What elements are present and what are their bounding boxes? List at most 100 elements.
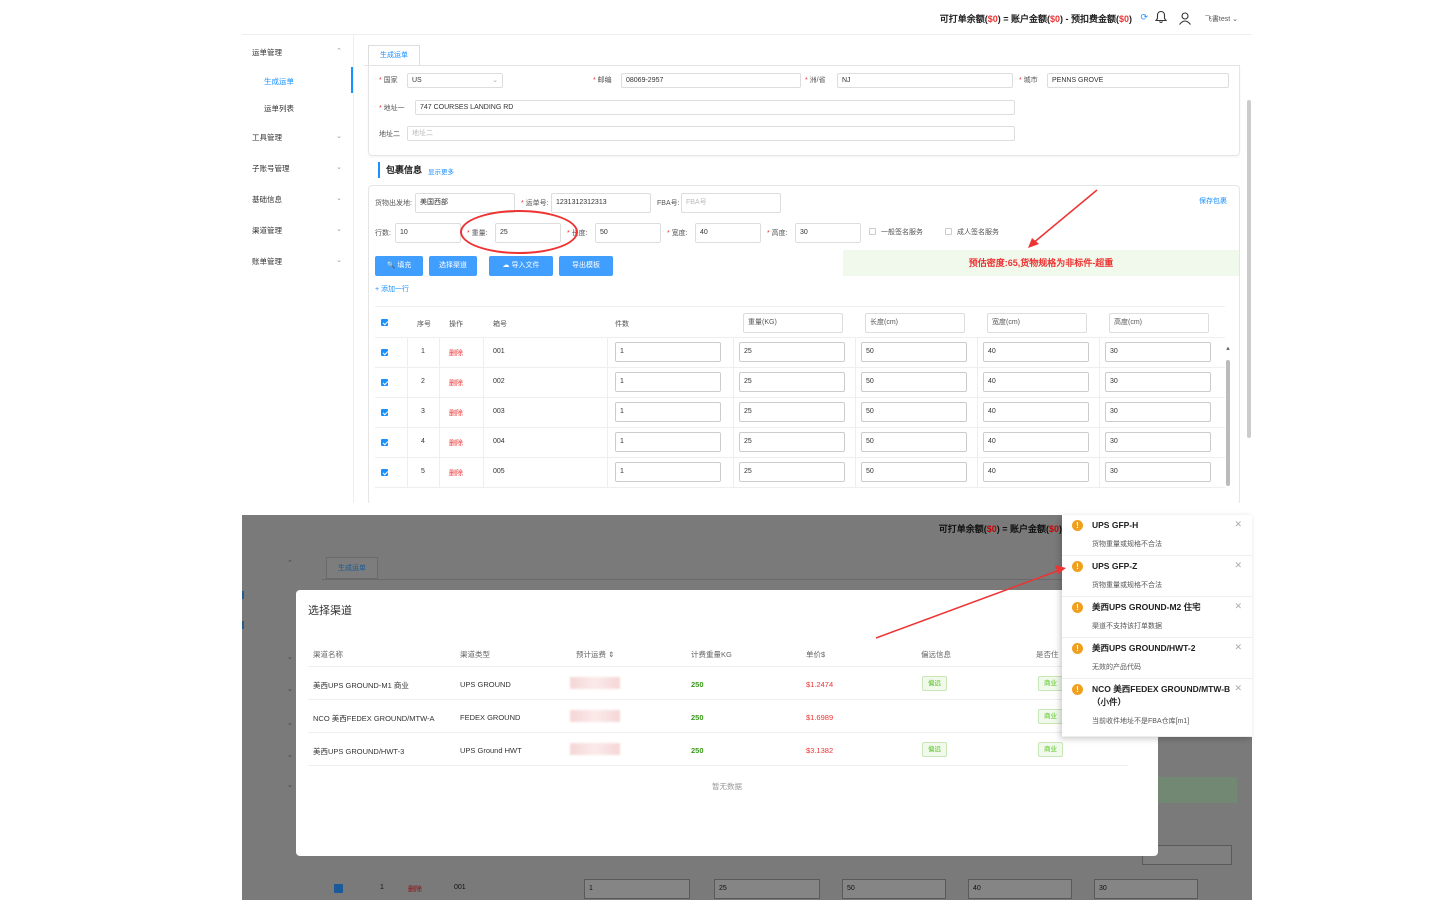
row-length-input[interactable]: 50 — [861, 402, 967, 422]
close-icon[interactable]: ✕ — [1234, 601, 1242, 612]
sidebar-item-waybill[interactable]: 运单管理 ⌃ — [252, 47, 348, 61]
row-height-input[interactable]: 30 — [1105, 462, 1211, 482]
row-checkbox[interactable] — [381, 469, 388, 476]
import-file-button[interactable]: ☁ 导入文件 — [489, 256, 553, 276]
bell-icon[interactable] — [1154, 10, 1168, 24]
origin-select[interactable]: 美国西部 — [415, 193, 515, 213]
row-length-input[interactable]: 50 — [861, 342, 967, 362]
tab-create-waybill[interactable]: 生成运单 — [368, 45, 420, 65]
tracking-input[interactable]: 1231312312313 — [551, 193, 651, 213]
chevron-down-icon: ⌄ — [287, 752, 293, 759]
col-length[interactable]: 长度(cm) — [865, 313, 965, 333]
row-width-input[interactable]: 40 — [983, 402, 1089, 422]
row-count-input[interactable]: 1 — [615, 462, 721, 482]
adult-signature-checkbox[interactable] — [945, 228, 952, 235]
row-height-input[interactable]: 30 — [1105, 432, 1211, 452]
select-channel-button[interactable]: 选择渠道 — [429, 256, 477, 276]
sidebar-item-subaccounts[interactable]: 子账号管理 ⌄ — [252, 163, 348, 177]
delete-row-link[interactable]: 删除 — [449, 408, 463, 418]
delete-row-link[interactable]: 删除 — [449, 348, 463, 358]
col-width[interactable]: 宽度(cm) — [987, 313, 1087, 333]
row-weight-input[interactable]: 25 — [739, 462, 845, 482]
address1-input[interactable]: 747 COURSES LANDING RD — [415, 100, 1015, 115]
row-count-input[interactable]: 1 — [615, 342, 721, 362]
export-template-button[interactable]: 导出模板 — [559, 256, 613, 276]
chevron-down-icon: ⌄ — [336, 133, 342, 140]
delete-row-link[interactable]: 删除 — [449, 438, 463, 448]
col-height[interactable]: 高度(cm) — [1109, 313, 1209, 333]
remote-tag: 偏远 — [922, 742, 947, 757]
row-checkbox[interactable] — [381, 439, 388, 446]
sidebar-item-channels[interactable]: 渠道管理 ⌄ — [252, 225, 348, 239]
fba-input[interactable]: FBA号 — [681, 193, 781, 213]
save-package-link[interactable]: 保存包裹 — [1199, 196, 1227, 206]
row-width-input[interactable]: 40 — [983, 372, 1089, 392]
sidebar-item-tools[interactable]: 工具管理 ⌄ — [252, 132, 348, 146]
col-weight[interactable]: 重量(KG) — [743, 313, 843, 333]
add-row-link[interactable]: + 添加一行 — [375, 284, 409, 294]
row-length-input[interactable]: 50 — [861, 432, 967, 452]
channel-type: UPS GROUND — [460, 680, 511, 689]
cell-divider — [733, 428, 734, 458]
signature-checkbox[interactable] — [869, 228, 876, 235]
channel-row[interactable]: NCO 美西FEDEX GROUND/MTW-A FEDEX GROUND 250 $… — [308, 700, 1128, 733]
row-checkbox[interactable] — [381, 409, 388, 416]
rows-input[interactable]: 10 — [395, 223, 461, 243]
zip-label: * 邮编 — [593, 77, 612, 84]
delete-row-link[interactable]: 删除 — [449, 468, 463, 478]
length-input[interactable]: 50 — [595, 223, 661, 243]
delete-row-link[interactable]: 删除 — [449, 378, 463, 388]
row-checkbox[interactable] — [381, 379, 388, 386]
row-length-input[interactable]: 50 — [861, 372, 967, 392]
row-weight-input[interactable]: 25 — [739, 402, 845, 422]
sidebar-item-basic-info[interactable]: 基础信息 ⌄ — [252, 194, 348, 208]
channel-name: 美西UPS GROUND-M1 商业 — [313, 681, 409, 690]
row-width-input[interactable]: 40 — [983, 432, 1089, 452]
row-checkbox[interactable] — [381, 349, 388, 356]
channel-row[interactable]: 美西UPS GROUND/HWT-3 UPS Ground HWT 250 $3.13… — [308, 733, 1128, 766]
row-height-input[interactable]: 30 — [1105, 372, 1211, 392]
channel-row[interactable]: 美西UPS GROUND-M1 商业 UPS GROUND 250 $1.2474 偏远… — [308, 667, 1128, 700]
table-row: 5 删除 005 1 25 50 40 30 — [375, 458, 1225, 488]
height-input[interactable]: 30 — [795, 223, 861, 243]
user-icon[interactable] — [1178, 11, 1192, 25]
row-weight-input[interactable]: 25 — [739, 372, 845, 392]
close-icon[interactable]: ✕ — [1234, 642, 1242, 653]
row-width-input[interactable]: 40 — [983, 342, 1089, 362]
close-icon[interactable]: ✕ — [1234, 560, 1242, 571]
fill-button[interactable]: 🔍 填充 — [375, 256, 423, 276]
page-scrollbar[interactable] — [1247, 100, 1251, 438]
row-height-input[interactable]: 30 — [1105, 402, 1211, 422]
select-all-checkbox[interactable] — [381, 319, 388, 326]
row-weight-input[interactable]: 25 — [739, 432, 845, 452]
country-select[interactable]: US ⌄ — [407, 73, 503, 88]
row-count-input[interactable]: 1 — [615, 432, 721, 452]
table-scrollbar[interactable]: ▲ — [1225, 346, 1231, 486]
width-input[interactable]: 40 — [695, 223, 761, 243]
state-input[interactable]: NJ — [837, 73, 1013, 88]
scroll-thumb[interactable] — [1226, 360, 1230, 486]
row-width-input[interactable]: 40 — [983, 462, 1089, 482]
username-menu[interactable]: 飞書test ⌄ — [1205, 14, 1238, 24]
modal-title: 选择渠道 — [308, 605, 352, 617]
zip-input[interactable]: 08069-2957 — [621, 73, 801, 88]
show-more-link[interactable]: 显示更多 — [428, 166, 454, 176]
row-height-input[interactable]: 30 — [1105, 342, 1211, 362]
sidebar-item-label: 工具管理 — [252, 133, 282, 142]
sidebar-item-billing[interactable]: 账单管理 ⌄ — [252, 256, 348, 270]
address2-input[interactable]: 地址二 — [407, 126, 1015, 141]
city-input[interactable]: PENNS GROVE — [1047, 73, 1229, 88]
close-icon[interactable]: ✕ — [1234, 683, 1242, 694]
row-length-input[interactable]: 50 — [861, 462, 967, 482]
sidebar-item-label: 账单管理 — [252, 257, 282, 266]
row-count-input[interactable]: 1 — [615, 372, 721, 392]
close-icon[interactable]: ✕ — [1234, 519, 1242, 530]
sidebar-sub-create-waybill[interactable]: 生成运单 — [264, 76, 294, 87]
col-est-fee[interactable]: 预计运费 ⇕ — [576, 649, 614, 660]
scroll-up-icon[interactable]: ▲ — [1225, 346, 1231, 352]
refresh-icon[interactable]: ⟳ — [1140, 12, 1148, 23]
row-count-input[interactable]: 1 — [615, 402, 721, 422]
sidebar-sub-waybill-list[interactable]: 运单列表 — [264, 103, 294, 114]
row-weight-input[interactable]: 25 — [739, 342, 845, 362]
notification-stack: ! UPS GFP-H 货物重量或规格不合法 ✕! UPS GFP-Z 货物重量或规格不合… — [1062, 515, 1252, 737]
